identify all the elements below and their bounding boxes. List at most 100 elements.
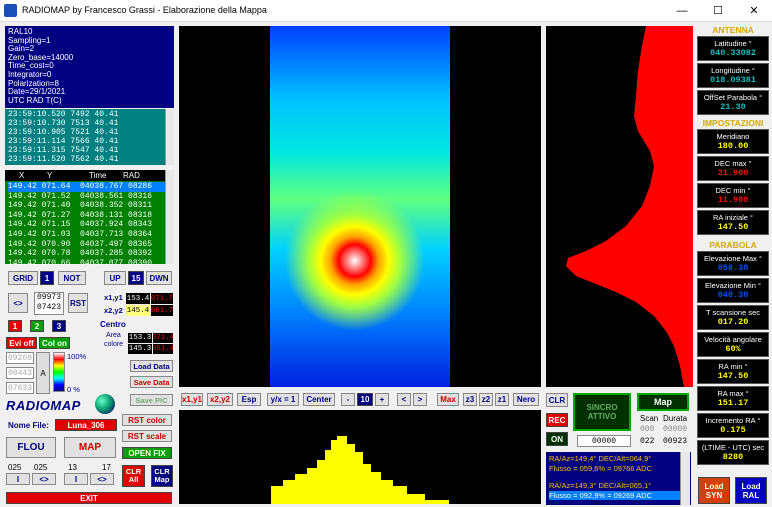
dec-min-card[interactable]: DEC min ° 11.900 [697,183,769,208]
tb-yx-button[interactable]: y/x = 1 [267,393,299,406]
tb-esp-button[interactable]: Esp [237,393,261,406]
scale-a-slider[interactable]: A [36,352,50,394]
table-scrollbar[interactable] [165,170,174,264]
sincro-counter: 00000 [577,435,631,447]
map-indicator-button[interactable]: Map [637,393,689,411]
grid-button[interactable]: GRID [8,271,38,285]
horizontal-profile [179,410,541,504]
tb-x2y2-button[interactable]: x2,y2 [207,393,233,406]
incremento-card[interactable]: Incremento RA ° 0.175 [697,413,769,438]
durata-label: Durata [663,414,688,423]
heatmap-area[interactable] [179,26,541,387]
evi-off-button[interactable]: Evi off [6,337,37,349]
ra-max-label: RA max ° [717,389,749,398]
table-row[interactable]: 149.42 070.78 04037.285 08392 [8,249,165,259]
table-row[interactable]: 149.42 070.66 04037.077 08390 [8,259,165,269]
flou-button[interactable]: FLOU [6,437,56,458]
box-3[interactable]: 3 [52,320,66,332]
el-min-card[interactable]: Elevazione Min ° 048.30 [697,278,769,303]
coord-line-3: RA/Az=149,3° DEC/Alt=065,1° [549,481,652,490]
rec-button[interactable]: REC [546,413,568,427]
table-row[interactable]: 149.42 071.15 04037.924 08343 [8,220,165,230]
table-header: X Y Time RAD [5,170,165,181]
rst-scale-button[interactable]: RST scale [122,430,172,442]
latitude-card[interactable]: Latitudine ° 040.33082 [697,36,769,61]
zoom-minus-button[interactable]: - [341,393,355,406]
clr-button[interactable]: CLR [546,393,568,407]
ra-min-card[interactable]: RA min ° 147.50 [697,359,769,384]
max-button[interactable]: Max [437,393,459,406]
maximize-button[interactable]: ☐ [700,0,736,22]
ra-max-card[interactable]: RA max ° 151.17 [697,386,769,411]
y2-value: 061.7 [151,305,173,316]
nero-button[interactable]: Nero [513,393,539,406]
t-scan-value: 017.20 [717,317,749,327]
area-y2: 061.4 [153,344,173,354]
clr-all-button[interactable]: CLR All [122,465,145,487]
el-max-card[interactable]: Elevazione Max ° 058.30 [697,251,769,276]
latitude-label: Latitudine ° [714,39,752,48]
table-row[interactable]: 149.42 071.27 04038.131 08318 [8,211,165,221]
arrows-button[interactable]: <> [8,293,28,313]
minimize-button[interactable]: — [664,0,700,22]
tb-center-button[interactable]: Center [303,393,335,406]
close-button[interactable]: ✕ [736,0,772,22]
log-line: 23:59:11.315 7547 40.41 [8,146,119,155]
table-row[interactable]: 149.42 070.90 04037.497 08365 [8,240,165,250]
small-num-4: 17 [102,463,111,472]
not-button[interactable]: NOT [58,271,86,285]
z3-button[interactable]: z3 [463,393,477,406]
exit-button[interactable]: EXIT [6,492,172,504]
counters-box: 09973 07423 [34,292,64,315]
box-1[interactable]: 1 [8,320,22,332]
nome-file-value[interactable]: Luna_306 [55,419,117,431]
small-btn-2[interactable]: <> [32,473,56,485]
longitude-card[interactable]: Longitudine ° 018.09381 [697,63,769,88]
dec-max-card[interactable]: DEC max ° 21.900 [697,156,769,181]
rst-button[interactable]: RST [68,293,88,313]
box-2[interactable]: 2 [30,320,44,332]
save-data-button[interactable]: Save Data [130,376,173,388]
small-btn-3[interactable]: I [64,473,88,485]
pan-right-button[interactable]: > [413,393,427,406]
z2-button[interactable]: z2 [479,393,493,406]
on-button[interactable]: ON [546,432,568,446]
z1-button[interactable]: z1 [495,393,509,406]
ltime-card[interactable]: (LTIME - UTC) sec 8280 [697,440,769,465]
ra-init-label: RA iniziale ° [712,213,754,222]
log-scrollbar[interactable] [165,109,174,165]
rst-color-button[interactable]: RST color [122,414,172,426]
data-table[interactable]: X Y Time RAD 149.42 071.64 04038.767 082… [5,170,174,268]
table-row[interactable]: 149.42 071.64 04038.767 08286 [8,182,165,192]
table-row[interactable]: 149.42 071.40 04038.352 08311 [8,201,165,211]
tb-x1y1-button[interactable]: x1,y1 [181,393,203,406]
offset-value: 21.30 [720,102,746,112]
up-button[interactable]: UP [104,271,126,285]
meridiano-card[interactable]: Meridiano 180.00 [697,129,769,154]
load-syn-button[interactable]: Load SYN [698,477,730,504]
open-fix-button[interactable]: OPEN FIX [122,447,172,459]
coord-scrollbar[interactable] [680,452,690,505]
small-btn-4[interactable]: <> [90,473,114,485]
offset-card[interactable]: OffSet Parabola ° 21.30 [697,90,769,115]
col-on-button[interactable]: Col on [39,337,70,349]
table-row[interactable]: 149.42 071.52 04038.561 08316 [8,192,165,202]
load-data-button[interactable]: Load Data [130,360,173,372]
t-scan-card[interactable]: T scansione sec 017.20 [697,305,769,330]
coord-line-1: RA/Az=149,4° DEC/Alt=064,9° [549,454,652,463]
load-ral-button[interactable]: Load RAL [735,477,767,504]
table-row[interactable]: 149.42 071.03 04037.713 08364 [8,230,165,240]
zoom-plus-button[interactable]: + [375,393,389,406]
map-button[interactable]: MAP [64,437,116,458]
log-line: 23:59:11.114 7566 40.41 [8,137,119,146]
small-btn-1[interactable]: I [6,473,30,485]
ra-init-card[interactable]: RA iniziale ° 147.50 [697,210,769,235]
pan-left-button[interactable]: < [397,393,411,406]
velocita-card[interactable]: Velocità angolare 60% [697,332,769,357]
down-button[interactable]: DWN [146,271,172,285]
log-list[interactable]: 23:59:10.520 7492 40.41 23:59:10.730 7513… [5,109,174,165]
save-pic-button[interactable]: Save PIC [130,394,173,406]
counter-bottom: 07423 [36,303,61,312]
clr-map-button[interactable]: CLR Map [151,465,173,487]
zoom-value: 10 [357,393,373,406]
